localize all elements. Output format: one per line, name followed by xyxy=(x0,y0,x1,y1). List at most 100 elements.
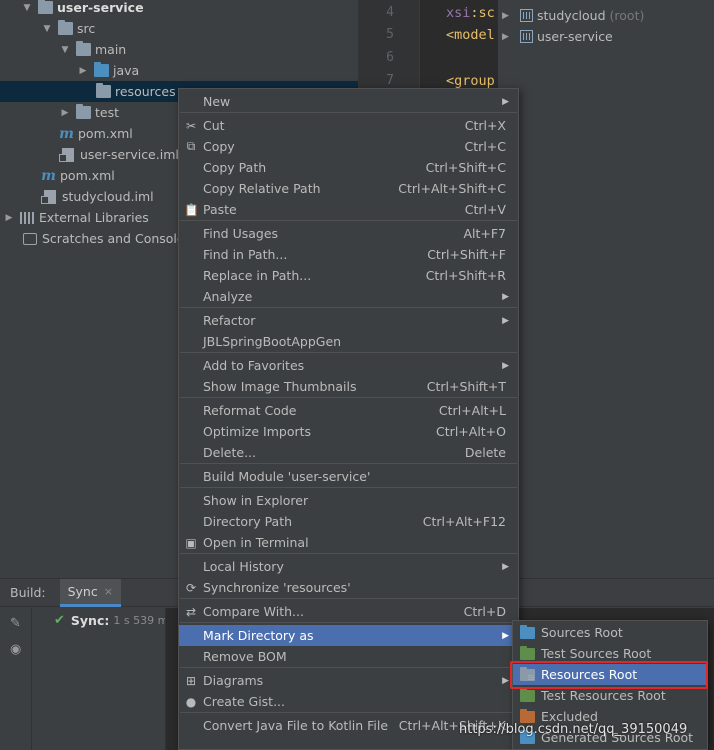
menu-item-shortcut: Ctrl+Shift+T xyxy=(426,379,506,394)
menu-item-label: Show in Explorer xyxy=(203,493,309,508)
terminal-icon: ▣ xyxy=(185,535,197,550)
menu-separator xyxy=(180,397,517,398)
diagrams-icon: ⊞ xyxy=(185,673,197,688)
menu-item-build-module-user-service[interactable]: Build Module 'user-service' xyxy=(179,466,518,487)
menu-separator xyxy=(180,112,517,113)
menu-item-diagrams[interactable]: ⊞ Diagrams ▶ xyxy=(179,670,518,691)
tree-item-src[interactable]: ▼ src xyxy=(0,18,358,39)
chevron-down-icon[interactable]: ▼ xyxy=(22,3,32,13)
menu-item-find-in-path[interactable]: Find in Path... Ctrl+Shift+F xyxy=(179,244,518,265)
menu-item-replace-in-path[interactable]: Replace in Path... Ctrl+Shift+R xyxy=(179,265,518,286)
chevron-down-icon[interactable]: ▼ xyxy=(60,45,70,55)
tree-item-label: user-service xyxy=(57,0,144,15)
maven-project-label: studycloud xyxy=(537,8,606,23)
menu-item-label: Show Image Thumbnails xyxy=(203,379,357,394)
tree-item-main[interactable]: ▼ main xyxy=(0,39,358,60)
code-editor[interactable]: 4 5 6 7 xsi:sc <model <group xyxy=(358,0,498,100)
menu-item-show-in-explorer[interactable]: Show in Explorer xyxy=(179,490,518,511)
menu-item-new[interactable]: New ▶ xyxy=(179,91,518,112)
code-text: :sc xyxy=(470,5,495,21)
folder-icon xyxy=(96,83,111,98)
menu-item-remove-bom[interactable]: Remove BOM xyxy=(179,646,518,667)
menu-item-reformat-code[interactable]: Reformat Code Ctrl+Alt+L xyxy=(179,400,518,421)
menu-separator xyxy=(180,352,517,353)
eye-icon[interactable]: ◉ xyxy=(10,642,21,657)
menu-item-shortcut: Ctrl+D xyxy=(463,604,506,619)
menu-item-label: Diagrams xyxy=(203,673,264,688)
menu-item-open-in-terminal[interactable]: ▣ Open in Terminal xyxy=(179,532,518,553)
menu-item-shortcut: Ctrl+Shift+R xyxy=(425,268,506,283)
tree-item-label: user-service.iml xyxy=(80,147,179,162)
menu-item-label: Find in Path... xyxy=(203,247,288,262)
menu-separator xyxy=(180,667,517,668)
menu-item-compare-with[interactable]: ⇄ Compare With... Ctrl+D xyxy=(179,601,518,622)
watermark: https://blog.csdn.net/qq_39150049 xyxy=(459,722,688,737)
chevron-right-icon[interactable]: ▶ xyxy=(502,11,514,21)
chevron-down-icon[interactable]: ▼ xyxy=(42,24,52,34)
menu-item-create-gist[interactable]: ● Create Gist... xyxy=(179,691,518,712)
sync-icon: ⟳ xyxy=(185,580,197,595)
pin-icon[interactable]: ✎ xyxy=(10,616,21,631)
test-resources-root-icon xyxy=(520,687,535,702)
submenu-item-test-resources-root[interactable]: Test Resources Root xyxy=(513,685,707,706)
submenu-item-test-sources-root[interactable]: Test Sources Root xyxy=(513,643,707,664)
submenu-item-sources-root[interactable]: Sources Root xyxy=(513,622,707,643)
line-number: 7 xyxy=(386,73,394,88)
menu-separator xyxy=(180,220,517,221)
menu-separator xyxy=(180,598,517,599)
chevron-right-icon[interactable]: ▶ xyxy=(78,66,88,76)
menu-item-shortcut: Alt+F7 xyxy=(463,226,506,241)
menu-item-directory-path[interactable]: Directory Path Ctrl+Alt+F12 xyxy=(179,511,518,532)
tree-item-label: pom.xml xyxy=(60,168,115,183)
sync-status-row[interactable]: ✔ Sync: 1 s 539 ms xyxy=(54,613,174,628)
maven-project-user-service[interactable]: ▶ user-service xyxy=(502,26,613,47)
submenu-item-label: Test Sources Root xyxy=(541,646,652,661)
tab-sync[interactable]: Sync × xyxy=(59,578,121,607)
menu-item-copy-relative-path[interactable]: Copy Relative Path Ctrl+Alt+Shift+C xyxy=(179,178,518,199)
code-line: <group xyxy=(446,73,495,89)
menu-separator xyxy=(180,553,517,554)
chevron-right-icon[interactable]: ▶ xyxy=(60,108,70,118)
menu-item-paste[interactable]: 📋 Paste Ctrl+V xyxy=(179,199,518,220)
menu-item-delete[interactable]: Delete... Delete xyxy=(179,442,518,463)
menu-item-cut[interactable]: ✂ Cut Ctrl+X xyxy=(179,115,518,136)
tree-item-label: java xyxy=(113,63,140,78)
menu-item-label: Compare With... xyxy=(203,604,304,619)
maven-project-studycloud[interactable]: ▶ studycloud (root) xyxy=(502,5,644,26)
chevron-right-icon[interactable]: ▶ xyxy=(502,32,514,42)
maven-project-label: user-service xyxy=(537,29,613,44)
tree-item-user-service[interactable]: ▼ user-service xyxy=(0,0,358,18)
source-folder-icon xyxy=(94,62,109,77)
maven-project-suffix: (root) xyxy=(609,8,645,23)
menu-item-label: Mark Directory as xyxy=(203,628,314,643)
menu-item-find-usages[interactable]: Find Usages Alt+F7 xyxy=(179,223,518,244)
tree-item-java[interactable]: ▶ java xyxy=(0,60,358,81)
menu-item-add-to-favorites[interactable]: Add to Favorites ▶ xyxy=(179,355,518,376)
github-icon: ● xyxy=(185,694,197,709)
menu-item-optimize-imports[interactable]: Optimize Imports Ctrl+Alt+O xyxy=(179,421,518,442)
line-gutter: 4 5 6 7 xyxy=(358,0,420,100)
menu-item-label: Directory Path xyxy=(203,514,293,529)
menu-item-jblspringbootappgen[interactable]: JBLSpringBootAppGen xyxy=(179,331,518,352)
submenu-arrow-icon: ▶ xyxy=(502,315,509,326)
module-file-icon xyxy=(59,147,74,162)
code-line: xsi:sc xyxy=(446,5,495,21)
cut-icon: ✂ xyxy=(185,118,197,133)
menu-item-local-history[interactable]: Local History ▶ xyxy=(179,556,518,577)
sync-label: Sync: xyxy=(70,613,110,628)
maven-project-icon xyxy=(520,30,533,43)
menu-item-analyze[interactable]: Analyze ▶ xyxy=(179,286,518,307)
menu-item-mark-directory-as[interactable]: Mark Directory as ▶ xyxy=(179,625,518,646)
menu-item-refactor[interactable]: Refactor ▶ xyxy=(179,310,518,331)
menu-item-copy-path[interactable]: Copy Path Ctrl+Shift+C xyxy=(179,157,518,178)
menu-item-show-image-thumbnails[interactable]: Show Image Thumbnails Ctrl+Shift+T xyxy=(179,376,518,397)
chevron-right-icon[interactable]: ▶ xyxy=(4,213,14,223)
menu-item-copy[interactable]: ⧉ Copy Ctrl+C xyxy=(179,136,518,157)
menu-item-shortcut: Ctrl+Alt+Shift+C xyxy=(398,181,506,196)
menu-item-label: Reformat Code xyxy=(203,403,297,418)
close-icon[interactable]: × xyxy=(104,585,113,598)
context-menu: New ▶ ✂ Cut Ctrl+X ⧉ Copy Ctrl+C Copy Path Ctrl+S… xyxy=(178,88,519,750)
menu-item-synchronize-resources[interactable]: ⟳ Synchronize 'resources' xyxy=(179,577,518,598)
menu-item-label: Copy Path xyxy=(203,160,267,175)
submenu-item-resources-root[interactable]: Resources Root xyxy=(513,664,707,685)
